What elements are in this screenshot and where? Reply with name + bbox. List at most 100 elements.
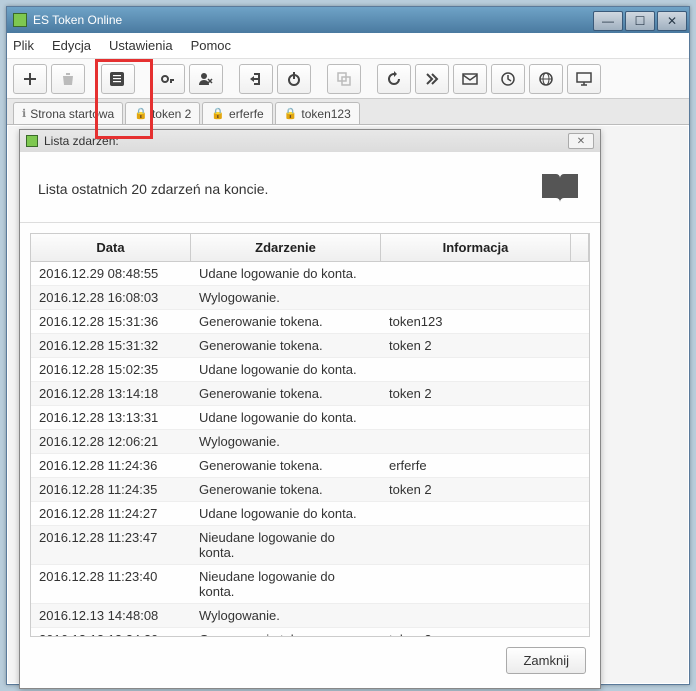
mail-button[interactable]	[453, 64, 487, 94]
col-date[interactable]: Data	[31, 234, 191, 261]
cell-date: 2016.12.13 14:48:08	[31, 604, 191, 627]
table-row[interactable]: 2016.12.28 13:13:31Udane logowanie do ko…	[31, 406, 589, 430]
cell-event: Wylogowanie.	[191, 286, 381, 309]
table-row[interactable]: 2016.12.28 11:24:27Udane logowanie do ko…	[31, 502, 589, 526]
cell-info	[381, 358, 589, 381]
tabbar: ℹStrona startowa🔒token 2🔒erferfe🔒token12…	[7, 99, 689, 125]
table-row[interactable]: 2016.12.28 16:08:03Wylogowanie.	[31, 286, 589, 310]
logout-button[interactable]	[239, 64, 273, 94]
menu-help[interactable]: Pomoc	[191, 38, 231, 53]
titlebar: ES Token Online — ☐ ✕	[7, 7, 689, 33]
close-dialog-button[interactable]: Zamknij	[506, 647, 586, 674]
table-row[interactable]: 2016.12.28 12:06:21Wylogowanie.	[31, 430, 589, 454]
table-row[interactable]: 2016.12.28 11:24:35Generowanie tokena.to…	[31, 478, 589, 502]
cell-info	[381, 565, 589, 603]
cell-event: Generowanie tokena.	[191, 334, 381, 357]
minimize-button[interactable]: —	[593, 11, 623, 31]
menu-file[interactable]: Plik	[13, 38, 34, 53]
events-table: Data Zdarzenie Informacja 2016.12.29 08:…	[30, 233, 590, 637]
window-title: ES Token Online	[33, 13, 593, 27]
cell-date: 2016.12.29 08:48:55	[31, 262, 191, 285]
dialog-close-button[interactable]: ✕	[568, 133, 594, 149]
table-header: Data Zdarzenie Informacja	[31, 234, 589, 262]
cell-info	[381, 406, 589, 429]
add-button[interactable]	[13, 64, 47, 94]
table-row[interactable]: 2016.12.28 15:31:32Generowanie tokena.to…	[31, 334, 589, 358]
col-info[interactable]: Informacja	[381, 234, 571, 261]
power-button[interactable]	[277, 64, 311, 94]
cell-event: Generowanie tokena.	[191, 628, 381, 636]
tab-1[interactable]: 🔒 token 2	[125, 102, 200, 124]
tab-3[interactable]: 🔒token123	[275, 102, 360, 124]
cell-event: Generowanie tokena.	[191, 382, 381, 405]
menu-edit[interactable]: Edycja	[52, 38, 91, 53]
cell-date: 2016.12.13 13:24:20	[31, 628, 191, 636]
log-button[interactable]	[101, 64, 135, 94]
table-row[interactable]: 2016.12.28 15:31:36Generowanie tokena.to…	[31, 310, 589, 334]
cell-date: 2016.12.28 11:23:47	[31, 526, 191, 564]
cell-info: token 2	[381, 334, 589, 357]
maximize-button[interactable]: ☐	[625, 11, 655, 31]
lock-icon: 🔒	[134, 107, 148, 120]
tab-label: token123	[301, 107, 350, 121]
cell-info	[381, 430, 589, 453]
tab-2[interactable]: 🔒 erferfe	[202, 102, 272, 124]
tab-label: token 2	[152, 107, 191, 121]
cell-date: 2016.12.28 11:23:40	[31, 565, 191, 603]
lock-icon: 🔒	[284, 107, 298, 120]
table-row[interactable]: 2016.12.28 11:23:40Nieudane logowanie do…	[31, 565, 589, 604]
cell-event: Nieudane logowanie do konta.	[191, 565, 381, 603]
tab-0[interactable]: ℹ Strona startowa	[13, 102, 123, 124]
table-row[interactable]: 2016.12.28 11:24:36Generowanie tokena.er…	[31, 454, 589, 478]
menubar: Plik Edycja Ustawienia Pomoc	[7, 33, 689, 59]
monitor-button[interactable]	[567, 64, 601, 94]
cell-info	[381, 526, 589, 564]
cell-date: 2016.12.28 13:13:31	[31, 406, 191, 429]
delete-button[interactable]	[51, 64, 85, 94]
cell-date: 2016.12.28 12:06:21	[31, 430, 191, 453]
book-icon	[538, 170, 582, 208]
tab-label: Strona startowa	[30, 107, 114, 121]
history-button[interactable]	[377, 64, 411, 94]
col-scroll-spacer	[571, 234, 589, 261]
cell-date: 2016.12.28 11:24:36	[31, 454, 191, 477]
col-event[interactable]: Zdarzenie	[191, 234, 381, 261]
dialog-header: Lista ostatnich 20 zdarzeń na koncie.	[20, 152, 600, 223]
dialog-footer: Zamknij	[20, 637, 600, 688]
cell-info	[381, 286, 589, 309]
cell-date: 2016.12.28 16:08:03	[31, 286, 191, 309]
table-row[interactable]: 2016.12.13 13:24:20Generowanie tokena.to…	[31, 628, 589, 636]
cell-info: token 2	[381, 382, 589, 405]
cell-event: Generowanie tokena.	[191, 454, 381, 477]
table-row[interactable]: 2016.12.28 13:14:18Generowanie tokena.to…	[31, 382, 589, 406]
cell-info	[381, 604, 589, 627]
cell-event: Udane logowanie do konta.	[191, 358, 381, 381]
globe-button[interactable]	[529, 64, 563, 94]
cell-info	[381, 502, 589, 525]
table-row[interactable]: 2016.12.29 08:48:55Udane logowanie do ko…	[31, 262, 589, 286]
main-window: ES Token Online — ☐ ✕ Plik Edycja Ustawi…	[6, 6, 690, 685]
forward-button[interactable]	[415, 64, 449, 94]
table-row[interactable]: 2016.12.13 14:48:08Wylogowanie.	[31, 604, 589, 628]
dialog-title: Lista zdarzeń:	[44, 134, 568, 148]
table-body[interactable]: 2016.12.29 08:48:55 Udane logowanie do ko…	[31, 262, 589, 636]
cell-event: Wylogowanie.	[191, 430, 381, 453]
table-row[interactable]: 2016.12.28 11:23:47Nieudane logowanie do…	[31, 526, 589, 565]
cell-date: 2016.12.28 15:02:35	[31, 358, 191, 381]
cell-info: token 2	[381, 478, 589, 501]
events-dialog: Lista zdarzeń: ✕ Lista ostatnich 20 zdar…	[19, 129, 601, 689]
info-icon: ℹ	[22, 107, 26, 120]
table-row[interactable]: 2016.12.28 15:02:35Udane logowanie do ko…	[31, 358, 589, 382]
clock-button[interactable]	[491, 64, 525, 94]
close-button[interactable]: ✕	[657, 11, 687, 31]
app-icon	[13, 13, 27, 27]
cell-info: erferfe	[381, 454, 589, 477]
cell-date: 2016.12.28 15:31:32	[31, 334, 191, 357]
user-remove-button[interactable]	[189, 64, 223, 94]
menu-settings[interactable]: Ustawienia	[109, 38, 173, 53]
tab-label: erferfe	[229, 107, 264, 121]
cell-event: Udane logowanie do konta.	[191, 502, 381, 525]
copy-button[interactable]	[327, 64, 361, 94]
key-button[interactable]	[151, 64, 185, 94]
lock-icon: 🔒	[211, 107, 225, 120]
